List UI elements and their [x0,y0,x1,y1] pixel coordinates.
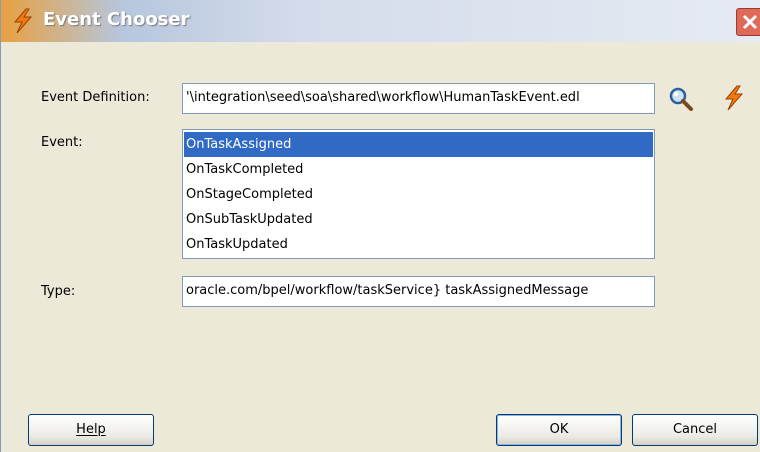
close-icon [742,14,758,30]
event-definition-value: '\integration\seed\soa\shared\workflow\H… [186,90,580,105]
type-value: oracle.com/bpel/workflow/taskService} ta… [186,283,589,298]
event-chooser-dialog: Event Chooser Event Definition: '\integr… [0,0,760,452]
list-item[interactable]: OnTaskCompleted [184,157,653,182]
list-item[interactable]: OnStageCompleted [184,182,653,207]
list-item[interactable]: OnSubTaskUpdated [184,207,653,232]
title-bar[interactable]: Event Chooser [1,0,760,42]
type-label: Type: [41,284,76,299]
cancel-button[interactable]: Cancel [632,414,758,446]
lightning-bolt-icon[interactable] [723,85,745,111]
ok-button-label: OK [549,422,569,437]
cancel-button-label: Cancel [672,422,718,437]
close-button[interactable] [736,8,760,36]
search-icon[interactable] [668,86,694,112]
list-item[interactable]: OnTaskUpdated [184,232,653,257]
help-button-label: Help [76,422,106,437]
lightning-bolt-icon [13,8,33,34]
list-item[interactable]: OnTaskAssigned [184,132,653,157]
ok-button[interactable]: OK [496,414,622,446]
window-title: Event Chooser [43,9,190,30]
event-definition-label: Event Definition: [41,90,150,105]
event-definition-field[interactable]: '\integration\seed\soa\shared\workflow\H… [182,83,655,114]
type-field: oracle.com/bpel/workflow/taskService} ta… [182,276,655,307]
help-button[interactable]: Help [28,414,154,446]
event-list[interactable]: OnTaskAssigned OnTaskCompleted OnStageCo… [182,129,655,259]
event-label: Event: [41,135,83,150]
